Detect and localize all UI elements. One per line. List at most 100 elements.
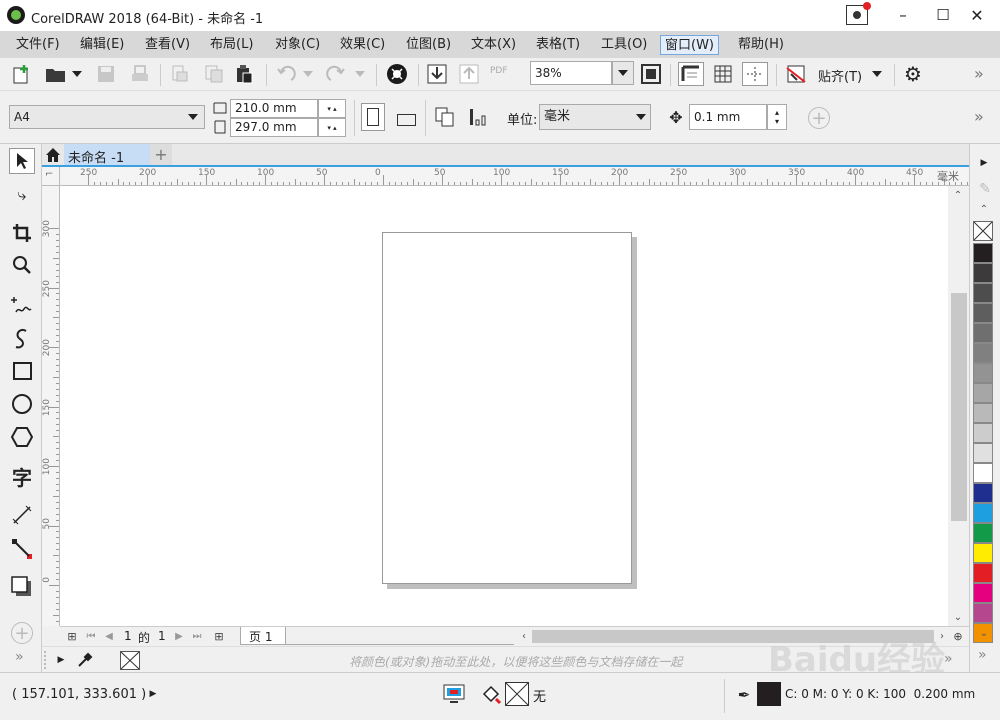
color-proofing-icon[interactable] bbox=[443, 684, 465, 704]
add-page-after-icon[interactable]: ⊞ bbox=[212, 629, 226, 643]
status-expand-arrow-icon[interactable]: ▶ bbox=[148, 687, 158, 701]
last-page-icon[interactable]: ⏭ bbox=[190, 629, 204, 643]
eyedropper-icon[interactable] bbox=[76, 651, 94, 669]
page-height-stepper[interactable]: ▾ ▴ bbox=[318, 118, 346, 137]
save-icon[interactable] bbox=[96, 64, 116, 84]
snap-to-menu[interactable]: 贴齐(T) bbox=[818, 66, 862, 85]
scroll-left-icon[interactable]: ‹ bbox=[518, 629, 530, 643]
vertical-scroll-thumb[interactable] bbox=[951, 293, 967, 521]
fill-none-swatch-icon[interactable] bbox=[505, 682, 529, 706]
page-width-field[interactable]: 210.0 mm bbox=[230, 99, 318, 118]
zoom-tool-icon[interactable] bbox=[9, 252, 35, 278]
landscape-icon[interactable] bbox=[393, 103, 419, 131]
page-tab[interactable]: 页 1 bbox=[240, 627, 286, 645]
units-select[interactable]: 毫米 bbox=[539, 104, 651, 130]
add-tool-icon[interactable]: + bbox=[11, 622, 33, 644]
import-icon[interactable] bbox=[426, 63, 448, 85]
palette-color-swatch[interactable] bbox=[973, 583, 993, 603]
menu-help[interactable]: 帮助(H) bbox=[734, 35, 788, 55]
palette-color-swatch[interactable] bbox=[973, 483, 993, 503]
welcome-home-icon[interactable] bbox=[44, 146, 62, 164]
scroll-down-icon[interactable]: ⌄ bbox=[951, 610, 965, 624]
snap-dropdown-chevron-icon[interactable] bbox=[872, 69, 882, 79]
snap-off-icon[interactable] bbox=[784, 63, 808, 85]
menu-edit[interactable]: 编辑(E) bbox=[76, 35, 128, 55]
page-height-field[interactable]: 297.0 mm bbox=[230, 118, 318, 137]
undo-dropdown-icon[interactable] bbox=[303, 69, 313, 79]
nudge-distance-stepper[interactable]: ▴ ▾ bbox=[767, 104, 787, 130]
current-page-icon[interactable] bbox=[465, 103, 491, 131]
artistic-media-tool-icon[interactable] bbox=[9, 325, 35, 351]
palette-color-swatch[interactable] bbox=[973, 383, 993, 403]
drop-shadow-tool-icon[interactable] bbox=[9, 574, 35, 600]
add-page-before-icon[interactable]: ⊞ bbox=[65, 629, 79, 643]
show-grid-icon[interactable] bbox=[712, 63, 734, 85]
scroll-up-icon[interactable]: ⌃ bbox=[951, 188, 965, 202]
menu-view[interactable]: 查看(V) bbox=[141, 35, 194, 55]
document-page[interactable] bbox=[382, 232, 632, 584]
menu-text[interactable]: 文本(X) bbox=[467, 35, 520, 55]
navigator-zoom-icon[interactable]: ⊕ bbox=[950, 628, 966, 644]
palette-color-swatch[interactable] bbox=[973, 603, 993, 623]
zoom-level-field[interactable]: 38% bbox=[530, 61, 612, 85]
minimize-button[interactable]: – bbox=[888, 3, 918, 27]
copy-icon[interactable] bbox=[204, 64, 224, 84]
shape-tool-icon[interactable]: ⤷ bbox=[9, 182, 35, 208]
horizontal-ruler[interactable]: 250 200 150 100 50 0 50 100 150 200 250 300 350 400 45… bbox=[60, 167, 969, 186]
nudge-distance-field[interactable]: 0.1 mm bbox=[689, 104, 767, 130]
outline-color-swatch[interactable] bbox=[757, 682, 781, 706]
paper-size-select[interactable]: A4 bbox=[9, 105, 205, 129]
page-width-stepper[interactable]: ▾ ▴ bbox=[318, 99, 346, 118]
document-tab[interactable]: 未命名 -1 bbox=[64, 144, 150, 166]
palette-color-swatch[interactable] bbox=[973, 563, 993, 583]
palette-color-swatch[interactable] bbox=[973, 403, 993, 423]
export-icon[interactable] bbox=[458, 63, 480, 85]
palette-scroll-down-icon[interactable]: ⌄ bbox=[976, 626, 992, 640]
add-property-icon[interactable]: + bbox=[808, 107, 830, 129]
fill-icon[interactable] bbox=[481, 684, 503, 706]
palette-color-swatch[interactable] bbox=[973, 243, 993, 263]
open-dropdown-chevron-icon[interactable] bbox=[72, 69, 82, 79]
all-pages-icon[interactable] bbox=[432, 103, 458, 131]
toolbar-overflow-icon[interactable]: » bbox=[974, 64, 984, 83]
ellipse-tool-icon[interactable] bbox=[9, 391, 35, 417]
vertical-ruler[interactable]: 300 250 200 150 100 50 0 bbox=[42, 186, 60, 626]
zoom-dropdown-chevron-icon[interactable] bbox=[612, 61, 634, 85]
freehand-tool-icon[interactable] bbox=[9, 292, 35, 318]
current-page-number[interactable]: 1 bbox=[124, 629, 132, 643]
redo-icon[interactable] bbox=[326, 64, 346, 84]
palette-menu-arrow-icon[interactable]: ▶ bbox=[56, 653, 66, 667]
portrait-icon[interactable] bbox=[361, 103, 385, 131]
palette-color-swatch[interactable] bbox=[973, 323, 993, 343]
print-icon[interactable] bbox=[130, 64, 150, 84]
palette-color-swatch[interactable] bbox=[973, 463, 993, 483]
first-page-icon[interactable]: ⏮ bbox=[84, 629, 98, 643]
palette-no-color-swatch[interactable] bbox=[973, 221, 993, 241]
rectangle-tool-icon[interactable] bbox=[9, 358, 35, 384]
full-screen-preview-icon[interactable] bbox=[640, 63, 662, 85]
palette-color-swatch[interactable] bbox=[973, 543, 993, 563]
outline-pen-icon[interactable]: ✒ bbox=[736, 684, 752, 706]
close-button[interactable]: ✕ bbox=[962, 3, 992, 27]
pick-tool-icon[interactable] bbox=[9, 148, 35, 174]
palette-scroll-up-icon[interactable]: ⌃ bbox=[976, 202, 992, 216]
propbar-overflow-icon[interactable]: » bbox=[974, 107, 984, 126]
paste-icon[interactable] bbox=[234, 64, 254, 84]
ruler-origin[interactable]: ⌐ bbox=[42, 167, 60, 186]
palette-color-swatch[interactable] bbox=[973, 423, 993, 443]
palette-color-swatch[interactable] bbox=[973, 303, 993, 323]
publish-pdf-icon[interactable]: PDF bbox=[490, 66, 508, 76]
palette-color-swatch[interactable] bbox=[973, 343, 993, 363]
options-gear-icon[interactable]: ⚙ bbox=[902, 62, 924, 86]
menu-bitmaps[interactable]: 位图(B) bbox=[402, 35, 455, 55]
text-tool-icon[interactable]: 字 bbox=[9, 462, 35, 490]
document-palette-overflow-icon[interactable]: » bbox=[944, 651, 953, 667]
previous-page-icon[interactable]: ◀ bbox=[102, 629, 116, 643]
palette-color-swatch[interactable] bbox=[973, 283, 993, 303]
undo-icon[interactable] bbox=[276, 64, 296, 84]
new-tab-button[interactable]: + bbox=[150, 144, 172, 165]
menu-layout[interactable]: 布局(L) bbox=[206, 35, 257, 55]
search-content-icon[interactable] bbox=[386, 63, 408, 85]
palette-color-swatch[interactable] bbox=[973, 443, 993, 463]
vertical-scrollbar[interactable]: ⌃ ⌄ bbox=[948, 186, 969, 626]
